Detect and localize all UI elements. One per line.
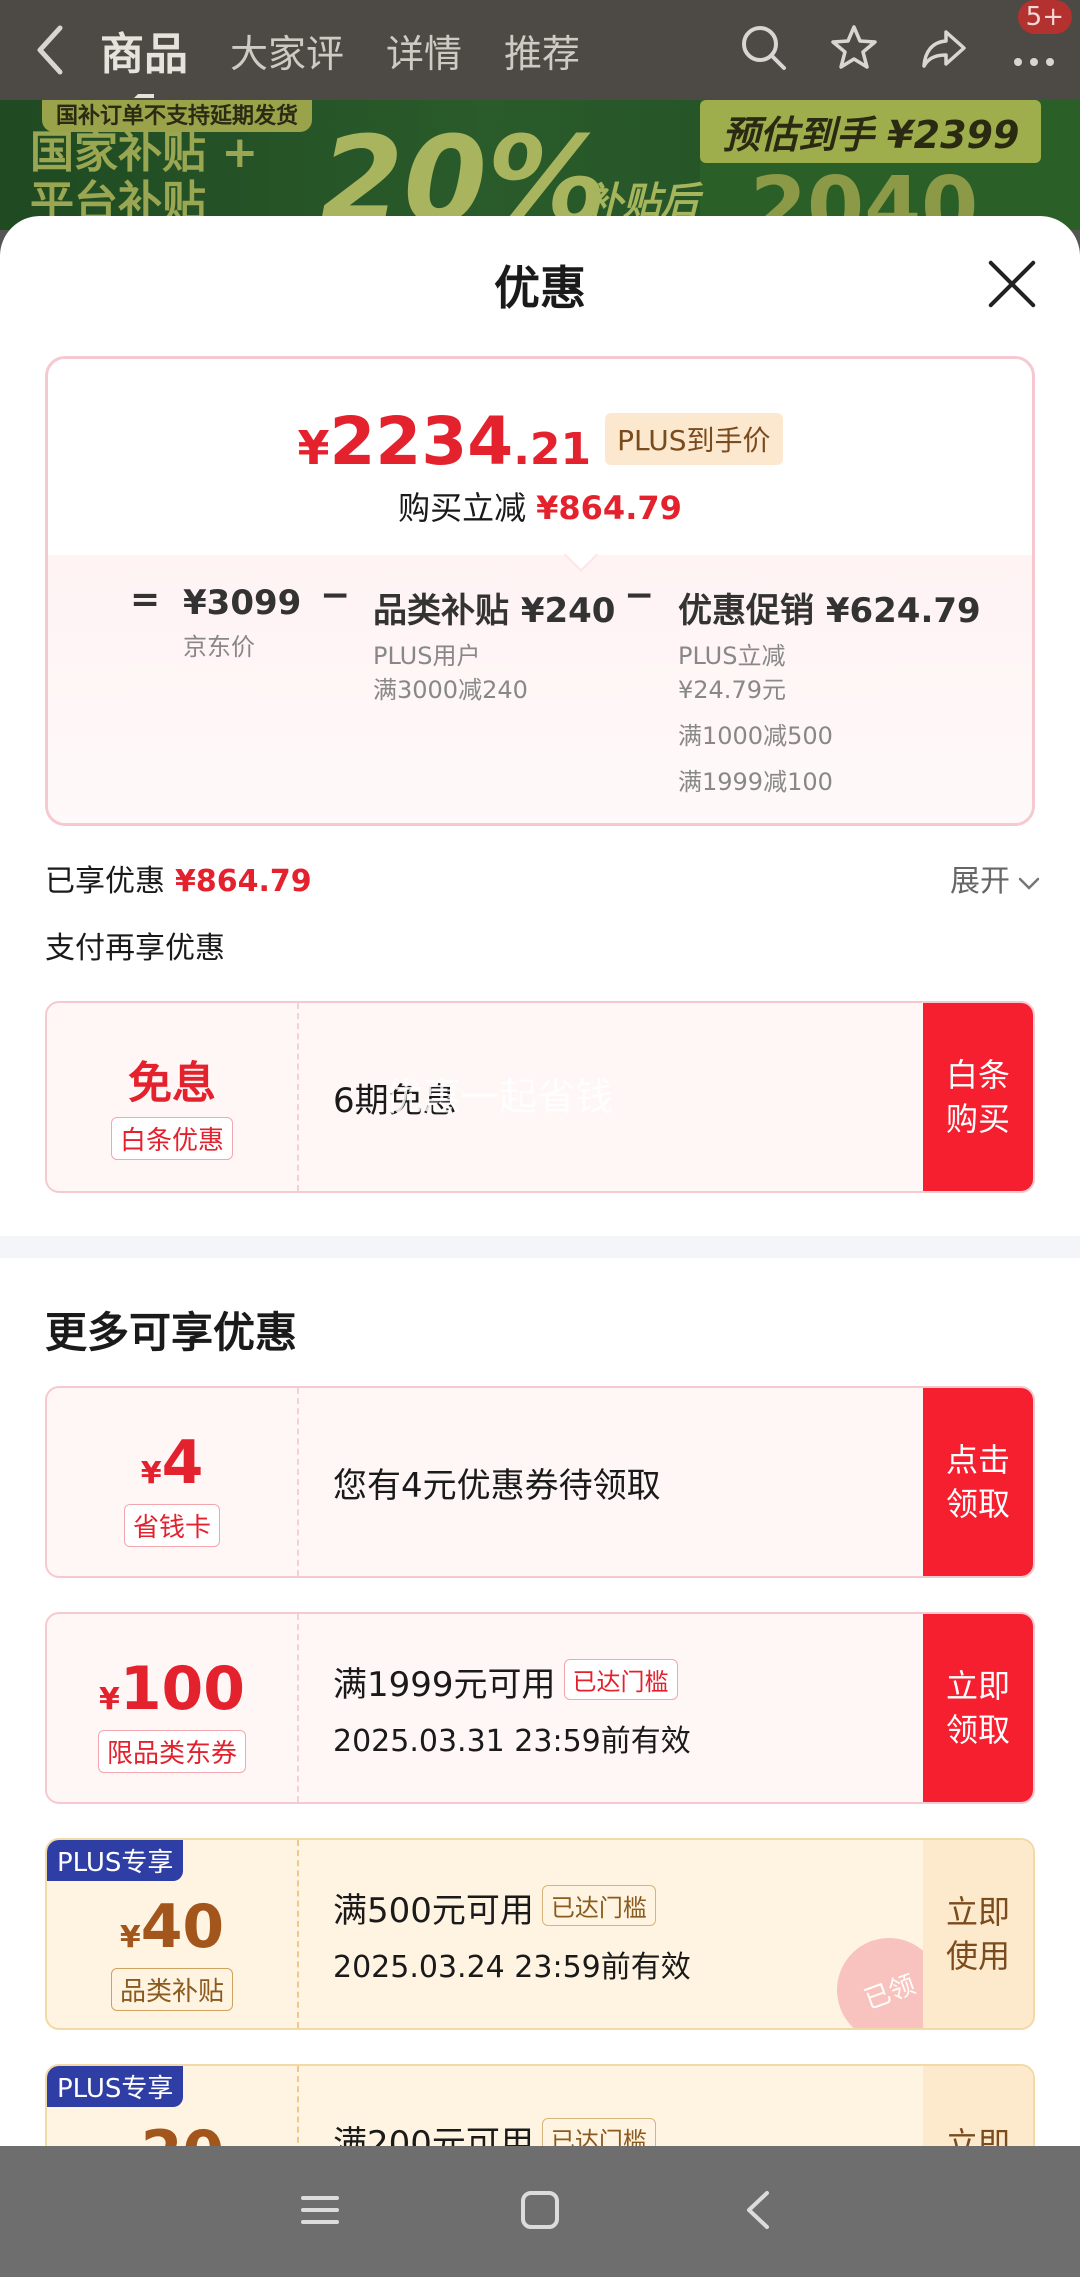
claim-button[interactable]: 点击 领取 — [923, 1388, 1033, 1576]
final-price: ¥2234.21 PLUS到手价 — [48, 403, 1032, 480]
jd-price: ¥3099 京东价 — [183, 583, 302, 661]
home-icon[interactable] — [515, 2185, 565, 2239]
price-summary-card: ¥2234.21 PLUS到手价 购买立减 ¥864.79 = ¥3099 京东价 … — [45, 356, 1035, 826]
watermark-text: 优惠一起省钱 — [385, 1075, 614, 1119]
use-now-button[interactable]: 立即 — [923, 2066, 1033, 2146]
use-now-button[interactable]: 立即 使用 — [923, 1840, 1033, 2028]
back-icon[interactable] — [30, 20, 100, 80]
expand-button[interactable]: 展开 — [950, 856, 1040, 900]
claim-now-button[interactable]: 立即 领取 — [923, 1614, 1033, 1802]
coupon-savings-card: ¥4 省钱卡 您有4元优惠券待领取 点击 领取 — [45, 1386, 1035, 1578]
menu-icon[interactable] — [295, 2185, 345, 2239]
coupon-category-card: ¥100 限品类东券 满1999元可用 已达门槛 2025.03.31 23:59… — [45, 1612, 1035, 1804]
chevron-down-icon — [1018, 877, 1040, 890]
sheet-title: 优惠 — [494, 261, 586, 315]
plus-price-tag: PLUS到手价 — [605, 413, 783, 465]
share-icon[interactable] — [918, 22, 970, 78]
tab-details[interactable]: 详情 — [386, 23, 462, 78]
enjoyed-discount: 已享优惠 ¥864.79 — [45, 864, 312, 899]
more-offers-title: 更多可享优惠 — [45, 1308, 298, 1357]
star-icon[interactable] — [828, 22, 880, 78]
back-icon[interactable] — [735, 2185, 785, 2239]
category-subsidy: 品类补贴 ¥240 PLUS用户 满3000减240 — [373, 591, 616, 704]
coupon-plus-40-card: PLUS专享 ¥40 品类补贴 满500元可用 已达门槛 2025.03.24 2… — [45, 1838, 1035, 2030]
tab-product[interactable]: 商品 — [100, 18, 188, 82]
coupon-plus-20-card: PLUS专享 ¥20 满200元可用已达门槛 立即 — [45, 2064, 1035, 2146]
promotion-discount: 优惠促销 ¥624.79 PLUS立减 ¥24.79元 满1000减500 满1… — [678, 591, 981, 796]
purchase-reduction: 购买立减 ¥864.79 — [398, 489, 682, 527]
close-icon[interactable] — [984, 256, 1040, 312]
tab-reviews[interactable]: 大家评 — [230, 23, 344, 78]
discount-sheet: 优惠 ¥2234.21 PLUS到手价 购买立减 ¥864.79 = ¥3099 京… — [0, 216, 1080, 2146]
notification-badge: 5+ — [1017, 0, 1072, 34]
banner-estimate: 预估到手 ¥2399 — [700, 100, 1042, 163]
search-icon[interactable] — [738, 22, 790, 78]
system-nav-bar — [0, 2146, 1080, 2277]
background-banner: 国补订单不支持延期发货 国家补贴 + 平台补贴 20% 预估到手 ¥2399 补… — [0, 100, 1080, 230]
pay-more-title: 支付再享优惠 — [45, 931, 225, 966]
baitiao-buy-button[interactable]: 白条 购买 — [923, 1003, 1033, 1191]
banner-percent: 20% — [320, 112, 608, 230]
tab-recommend[interactable]: 推荐 — [504, 23, 580, 78]
price-breakdown: = ¥3099 京东价 − 品类补贴 ¥240 PLUS用户 满3000减240… — [48, 555, 1032, 823]
background-nav: 商品 大家评 详情 推荐 5+ — [0, 0, 1080, 100]
banner-subsidy-text: 国家补贴 + 平台补贴 — [30, 127, 259, 228]
